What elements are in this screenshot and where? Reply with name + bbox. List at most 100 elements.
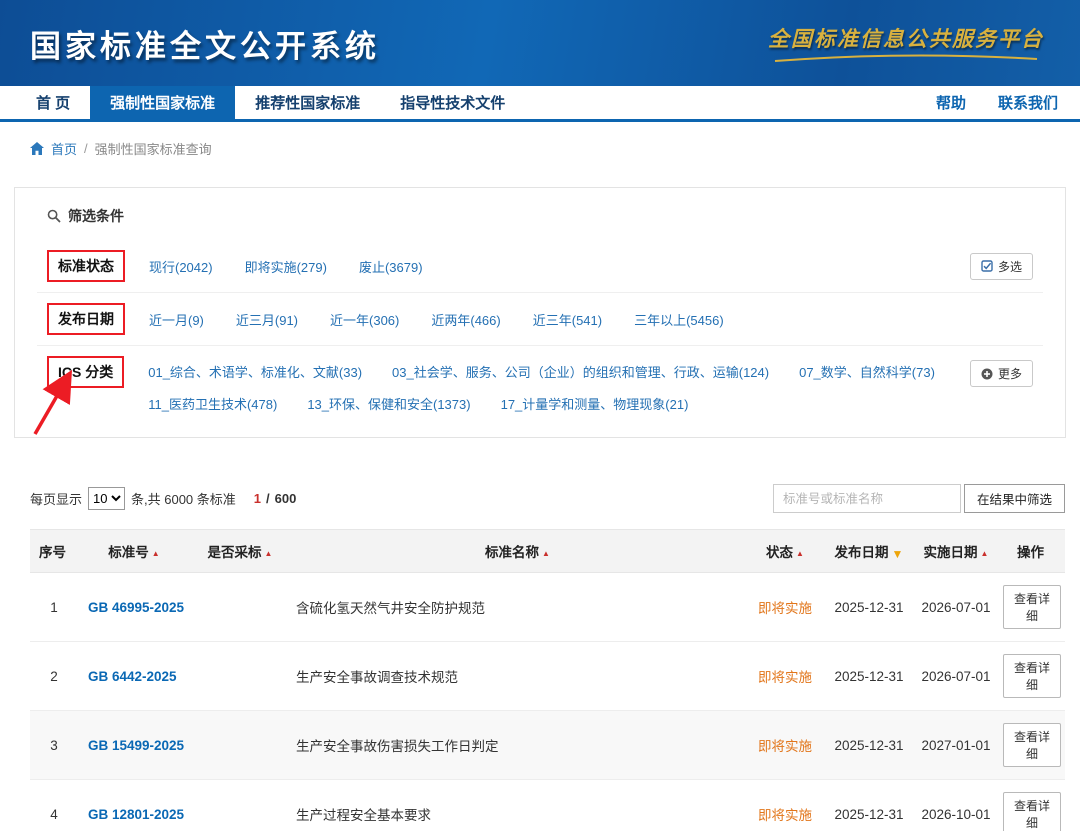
status-cell: 即将实施 bbox=[745, 573, 825, 642]
status-cell: 即将实施 bbox=[745, 780, 825, 831]
plus-circle-icon bbox=[981, 368, 993, 380]
impl-date-cell: 2027-01-01 bbox=[913, 711, 999, 780]
date-option-3years[interactable]: 近三年(541) bbox=[533, 310, 602, 329]
status-option-current[interactable]: 现行(2042) bbox=[149, 257, 213, 276]
action-cell: 查看详细 bbox=[999, 573, 1065, 642]
filter-row-ics: ICS 分类 01_综合、术语学、标准化、文献(33) 03_社会学、服务、公司… bbox=[37, 346, 1043, 423]
filter-row-status: 标准状态 现行(2042) 即将实施(279) 废止(3679) 多选 bbox=[37, 240, 1043, 293]
action-cell: 查看详细 bbox=[999, 642, 1065, 711]
filter-results-button[interactable]: 在结果中筛选 bbox=[964, 484, 1065, 513]
adopted-cell bbox=[190, 780, 290, 831]
col-impl-date[interactable]: 实施日期▲ bbox=[913, 530, 999, 573]
gold-flourish-underline bbox=[771, 54, 1041, 64]
sort-caret-icon: ▲ bbox=[542, 549, 550, 558]
filter-panel-title-text: 筛选条件 bbox=[68, 206, 124, 226]
date-option-over-3years[interactable]: 三年以上(5456) bbox=[634, 310, 724, 329]
current-page: 1 bbox=[254, 491, 261, 506]
more-button[interactable]: 更多 bbox=[970, 360, 1033, 387]
view-detail-button[interactable]: 查看详细 bbox=[1003, 654, 1061, 698]
platform-slogan-text: 全国标准信息公共服务平台 bbox=[768, 23, 1044, 53]
col-index: 序号 bbox=[30, 530, 78, 573]
standard-code-cell: GB 46995-2025 bbox=[78, 573, 190, 642]
publish-date-cell: 2025-12-31 bbox=[825, 711, 913, 780]
more-label: 更多 bbox=[998, 365, 1022, 382]
total-pages: 600 bbox=[275, 491, 297, 506]
ics-options-line-2: 11_医药卫生技术(478) 13_环保、保健和安全(1373) 17_计量学和… bbox=[148, 394, 970, 413]
status-option-upcoming[interactable]: 即将实施(279) bbox=[245, 257, 327, 276]
col-publish-date[interactable]: 发布日期▼ bbox=[825, 530, 913, 573]
standard-code-cell: GB 6442-2025 bbox=[78, 642, 190, 711]
col-standard-name[interactable]: 标准名称▲ bbox=[290, 530, 745, 573]
nav-help[interactable]: 帮助 bbox=[920, 92, 982, 113]
nav-right-links: 帮助 联系我们 bbox=[920, 86, 1080, 119]
status-option-abolished[interactable]: 废止(3679) bbox=[359, 257, 423, 276]
col-adopted[interactable]: 是否采标▲ bbox=[190, 530, 290, 573]
impl-date-cell: 2026-07-01 bbox=[913, 573, 999, 642]
ics-option-07[interactable]: 07_数学、自然科学(73) bbox=[799, 362, 935, 381]
site-header: 国家标准全文公开系统 全国标准信息公共服务平台 bbox=[0, 0, 1080, 86]
search-input[interactable] bbox=[773, 484, 961, 513]
col-status[interactable]: 状态▲ bbox=[745, 530, 825, 573]
ics-options: 01_综合、术语学、标准化、文献(33) 03_社会学、服务、公司（企业）的组织… bbox=[148, 356, 970, 413]
status-cell: 即将实施 bbox=[745, 711, 825, 780]
table-header-row: 序号 标准号▲ 是否采标▲ 标准名称▲ 状态▲ 发布日期▼ 实施日期▲ 操作 bbox=[30, 530, 1065, 573]
impl-date-cell: 2026-10-01 bbox=[913, 780, 999, 831]
view-detail-button[interactable]: 查看详细 bbox=[1003, 723, 1061, 767]
results-toolbar: 每页显示 10 条,共 6000 条标准 1 / 600 在结果中筛选 bbox=[30, 484, 1065, 513]
standard-code-link[interactable]: GB 12801-2025 bbox=[88, 807, 184, 822]
breadcrumb-home-link[interactable]: 首页 bbox=[51, 139, 77, 158]
sort-caret-icon: ▲ bbox=[796, 549, 804, 558]
publish-date-options: 近一月(9) 近三月(91) 近一年(306) 近两年(466) 近三年(541… bbox=[149, 310, 1033, 329]
date-option-2years[interactable]: 近两年(466) bbox=[431, 310, 500, 329]
publish-date-cell: 2025-12-31 bbox=[825, 573, 913, 642]
standard-code-cell: GB 12801-2025 bbox=[78, 780, 190, 831]
home-icon bbox=[30, 142, 44, 155]
sort-caret-icon: ▲ bbox=[981, 549, 989, 558]
pagination-summary: 每页显示 10 条,共 6000 条标准 1 / 600 bbox=[30, 487, 296, 510]
table-row: 3 GB 15499-2025 生产安全事故伤害损失工作日判定 即将实施 202… bbox=[30, 711, 1065, 780]
adopted-cell bbox=[190, 711, 290, 780]
sort-caret-icon: ▼ bbox=[892, 547, 904, 561]
view-detail-button[interactable]: 查看详细 bbox=[1003, 792, 1061, 831]
date-option-1month[interactable]: 近一月(9) bbox=[149, 310, 204, 329]
standard-code-link[interactable]: GB 15499-2025 bbox=[88, 738, 184, 753]
view-detail-button[interactable]: 查看详细 bbox=[1003, 585, 1061, 629]
ics-option-17[interactable]: 17_计量学和测量、物理现象(21) bbox=[501, 394, 689, 413]
per-page-select[interactable]: 10 bbox=[88, 487, 125, 510]
result-search: 在结果中筛选 bbox=[773, 484, 1065, 513]
action-cell: 查看详细 bbox=[999, 711, 1065, 780]
col-standard-code[interactable]: 标准号▲ bbox=[78, 530, 190, 573]
publish-date-cell: 2025-12-31 bbox=[825, 780, 913, 831]
standards-table: 序号 标准号▲ 是否采标▲ 标准名称▲ 状态▲ 发布日期▼ 实施日期▲ 操作 1… bbox=[30, 529, 1065, 831]
ics-option-01[interactable]: 01_综合、术语学、标准化、文献(33) bbox=[148, 362, 362, 381]
date-option-3months[interactable]: 近三月(91) bbox=[236, 310, 298, 329]
nav-contact[interactable]: 联系我们 bbox=[982, 92, 1074, 113]
row-index: 2 bbox=[30, 642, 78, 711]
standard-name-cell: 含硫化氢天然气井安全防护规范 bbox=[290, 573, 745, 642]
status-cell: 即将实施 bbox=[745, 642, 825, 711]
nav-recommended-standards[interactable]: 推荐性国家标准 bbox=[235, 86, 380, 119]
breadcrumb-current: 强制性国家标准查询 bbox=[95, 139, 212, 158]
nav-guiding-documents[interactable]: 指导性技术文件 bbox=[380, 86, 525, 119]
nav-mandatory-standards[interactable]: 强制性国家标准 bbox=[90, 86, 235, 119]
date-option-1year[interactable]: 近一年(306) bbox=[330, 310, 399, 329]
row-index: 4 bbox=[30, 780, 78, 831]
multi-select-label: 多选 bbox=[998, 258, 1022, 275]
multi-select-button[interactable]: 多选 bbox=[970, 253, 1033, 280]
table-row: 1 GB 46995-2025 含硫化氢天然气井安全防护规范 即将实施 2025… bbox=[30, 573, 1065, 642]
ics-option-03[interactable]: 03_社会学、服务、公司（企业）的组织和管理、行政、运输(124) bbox=[392, 362, 769, 381]
standard-code-link[interactable]: GB 46995-2025 bbox=[88, 600, 184, 615]
sort-caret-icon: ▲ bbox=[265, 549, 273, 558]
ics-option-11[interactable]: 11_医药卫生技术(478) bbox=[148, 394, 277, 413]
standard-code-cell: GB 15499-2025 bbox=[78, 711, 190, 780]
main-nav: 首 页 强制性国家标准 推荐性国家标准 指导性技术文件 帮助 联系我们 bbox=[0, 86, 1080, 122]
ics-option-13[interactable]: 13_环保、保健和安全(1373) bbox=[307, 394, 470, 413]
standard-name-cell: 生产安全事故伤害损失工作日判定 bbox=[290, 711, 745, 780]
standard-name-cell: 生产过程安全基本要求 bbox=[290, 780, 745, 831]
standard-name-cell: 生产安全事故调查技术规范 bbox=[290, 642, 745, 711]
publish-date-cell: 2025-12-31 bbox=[825, 642, 913, 711]
standard-code-link[interactable]: GB 6442-2025 bbox=[88, 669, 177, 684]
filter-row-publish-date: 发布日期 近一月(9) 近三月(91) 近一年(306) 近两年(466) 近三… bbox=[37, 293, 1043, 346]
row-index: 3 bbox=[30, 711, 78, 780]
nav-home[interactable]: 首 页 bbox=[16, 86, 90, 119]
